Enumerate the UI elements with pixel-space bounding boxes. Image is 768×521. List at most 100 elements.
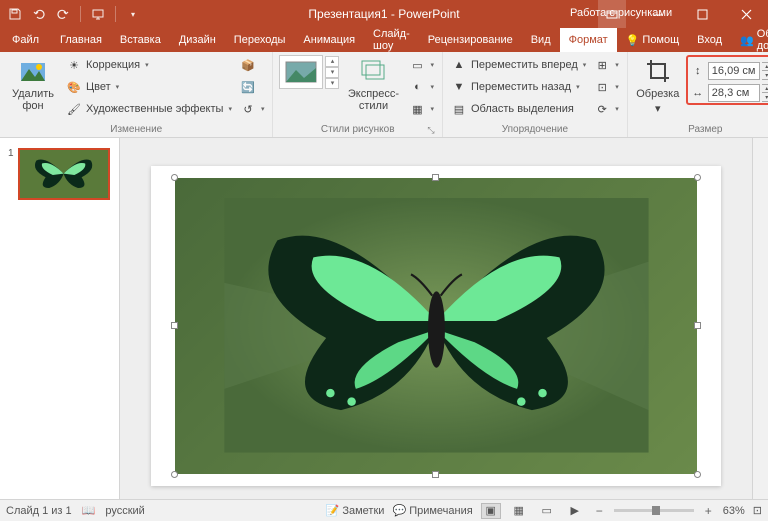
vertical-scrollbar[interactable] <box>752 138 768 499</box>
resize-handle-l[interactable] <box>171 322 178 329</box>
ribbon-tabs: Файл Главная Вставка Дизайн Переходы Ани… <box>0 28 768 52</box>
reading-view-button[interactable]: ▭ <box>537 503 557 519</box>
height-up-button[interactable]: ▴ <box>762 63 768 71</box>
slide-thumbnail-1[interactable] <box>18 148 110 200</box>
width-down-button[interactable]: ▾ <box>762 93 768 101</box>
change-picture-icon: 🔄 <box>240 79 256 95</box>
slideshow-start-icon[interactable] <box>91 7 105 21</box>
qat-customize-icon[interactable]: ▾ <box>126 7 140 21</box>
zoom-level[interactable]: 63% <box>723 505 745 517</box>
comments-button[interactable]: 💬 Примечания <box>392 504 472 517</box>
send-backward-button[interactable]: ▼Переместить назад▾ <box>449 77 588 97</box>
close-button[interactable] <box>724 0 768 28</box>
slide-indicator: Слайд 1 из 1 <box>6 505 72 517</box>
group-size-label: Размер⤡ <box>634 124 768 137</box>
tab-help[interactable]: 💡Помощ <box>617 28 688 52</box>
zoom-in-button[interactable]: + <box>702 504 715 518</box>
styles-gallery[interactable]: ▴ ▾ ▾ <box>279 55 339 89</box>
fit-to-window-button[interactable]: ⊡ <box>753 504 762 517</box>
resize-handle-tl[interactable] <box>171 174 178 181</box>
normal-view-button[interactable]: ▣ <box>481 503 501 519</box>
resize-handle-b[interactable] <box>432 471 439 478</box>
gallery-up-button[interactable]: ▴ <box>325 56 339 67</box>
color-button[interactable]: 🎨Цвет▾ <box>64 77 234 97</box>
width-up-button[interactable]: ▴ <box>762 85 768 93</box>
picture-effects-button[interactable]: ◐▾ <box>407 77 436 97</box>
compress-pictures-button[interactable]: 📦 <box>238 55 267 75</box>
workspace: 1 ⟳ <box>0 138 768 499</box>
lightbulb-icon: 💡 <box>626 34 640 47</box>
resize-handle-t[interactable] <box>432 174 439 181</box>
picture-layout-button[interactable]: ▦▾ <box>407 99 436 119</box>
resize-handle-r[interactable] <box>694 322 701 329</box>
color-icon: 🎨 <box>66 79 82 95</box>
artistic-effects-button[interactable]: 🖌Художественные эффекты▾ <box>64 99 234 119</box>
spellcheck-icon[interactable]: 📖 <box>82 504 96 517</box>
sorter-view-button[interactable]: ▦ <box>509 503 529 519</box>
ribbon: Удалить фон ☀Коррекция▾ 🎨Цвет▾ 🖌Художест… <box>0 52 768 138</box>
status-bar: Слайд 1 из 1 📖 русский 📝 Заметки 💬 Приме… <box>0 499 768 521</box>
express-styles-button[interactable]: Экспресс-стили <box>343 55 403 112</box>
gallery-down-button[interactable]: ▾ <box>325 67 339 78</box>
tab-share[interactable]: 👥Общий доступ <box>731 28 768 52</box>
selection-pane-button[interactable]: ▤Область выделения <box>449 99 588 119</box>
picture-border-button[interactable]: ▭▾ <box>407 55 436 75</box>
save-icon[interactable] <box>8 7 22 21</box>
tab-design[interactable]: Дизайн <box>170 28 225 52</box>
slide-thumbnails-panel: 1 <box>0 138 120 499</box>
thumbnail-image <box>20 150 108 198</box>
styles-launcher-icon[interactable]: ⤡ <box>426 125 436 135</box>
share-icon: 👥 <box>740 34 754 47</box>
undo-icon[interactable] <box>32 7 46 21</box>
tab-format[interactable]: Формат <box>560 28 617 52</box>
height-down-button[interactable]: ▾ <box>762 71 768 79</box>
gallery-more-button[interactable]: ▾ <box>325 78 339 89</box>
window-title: Презентация1 - PowerPoint <box>308 7 459 21</box>
tab-slideshow[interactable]: Слайд-шоу <box>364 28 419 52</box>
notes-button[interactable]: 📝 Заметки <box>326 504 385 517</box>
tab-login[interactable]: Вход <box>688 28 731 52</box>
slideshow-view-button[interactable]: ▶ <box>565 503 585 519</box>
zoom-slider[interactable] <box>614 509 694 512</box>
resize-handle-br[interactable] <box>694 471 701 478</box>
selected-image[interactable] <box>175 178 697 474</box>
tab-review[interactable]: Рецензирование <box>419 28 522 52</box>
language-indicator[interactable]: русский <box>105 505 144 517</box>
contextual-tab-label: Работа с рисунками <box>570 7 672 19</box>
crop-button[interactable]: Обрезка▾ <box>634 55 682 115</box>
corrections-button[interactable]: ☀Коррекция▾ <box>64 55 234 75</box>
express-styles-icon <box>359 57 387 85</box>
layout-icon: ▦ <box>409 101 425 117</box>
rotate-icon: ⟳ <box>594 101 610 117</box>
group-styles-label: Стили рисунков⤡ <box>279 124 436 137</box>
height-input[interactable]: 16,09 см <box>708 62 760 80</box>
resize-handle-bl[interactable] <box>171 471 178 478</box>
tab-home[interactable]: Главная <box>51 28 111 52</box>
tab-animations[interactable]: Анимация <box>294 28 364 52</box>
width-input[interactable]: 28,3 см <box>708 84 760 102</box>
crop-icon <box>644 57 672 85</box>
border-icon: ▭ <box>409 57 425 73</box>
rotate-button[interactable]: ⟳▾ <box>592 99 621 119</box>
slide-canvas[interactable]: ⟳ <box>120 138 752 499</box>
height-icon: ↕ <box>690 63 706 79</box>
tab-view[interactable]: Вид <box>522 28 560 52</box>
maximize-button[interactable] <box>680 0 724 28</box>
reset-picture-button[interactable]: ↺▾ <box>238 99 267 119</box>
redo-icon[interactable] <box>56 7 70 21</box>
align-button[interactable]: ⊞▾ <box>592 55 621 75</box>
zoom-out-button[interactable]: − <box>593 504 606 518</box>
corrections-icon: ☀ <box>66 57 82 73</box>
bring-forward-button[interactable]: ▲Переместить вперед▾ <box>449 55 588 75</box>
resize-handle-tr[interactable] <box>694 174 701 181</box>
remove-background-button[interactable]: Удалить фон <box>6 55 60 112</box>
change-picture-button[interactable]: 🔄 <box>238 77 267 97</box>
thumb-number: 1 <box>8 148 14 200</box>
group-icon: ⊡ <box>594 79 610 95</box>
tab-file[interactable]: Файл <box>0 28 51 52</box>
style-preset-1[interactable] <box>279 55 323 89</box>
group-button[interactable]: ⊡▾ <box>592 77 621 97</box>
tab-insert[interactable]: Вставка <box>111 28 170 52</box>
width-icon: ↔ <box>690 85 706 101</box>
tab-transitions[interactable]: Переходы <box>225 28 295 52</box>
